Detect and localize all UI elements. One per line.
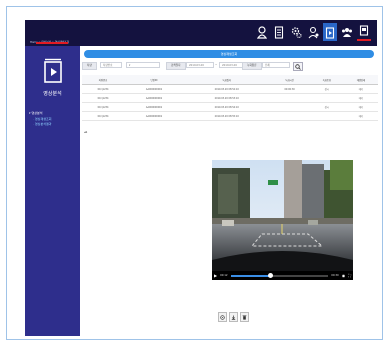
table-cell: 00가1234 <box>82 111 125 121</box>
table-cell: 00가1234 <box>82 93 125 103</box>
table-cell: 대기 <box>343 84 378 94</box>
search-icon <box>295 63 301 70</box>
current-time: 00:12 <box>220 274 228 277</box>
video-player[interactable]: ▶ 00:12 00:30 ◉ ⛶ <box>212 160 353 280</box>
vehicle-input[interactable]: 차량번호 <box>100 62 122 68</box>
table-cell: AA000000001 <box>124 111 184 121</box>
sidebar-item-label: 영상재생조회 <box>34 116 52 121</box>
record-type-select[interactable]: 전체 <box>262 62 290 68</box>
table-cell: 00가1234 <box>82 84 125 94</box>
download-button[interactable] <box>229 312 238 322</box>
main-content: 영상재생조회 차량 차량번호 ▾ 검색일자 2019.03.20 ~ 2019.… <box>82 48 378 338</box>
page-number[interactable]: 1 <box>86 130 88 134</box>
duration: 00:30 <box>331 274 339 277</box>
record-type-label: 녹화종류 <box>242 62 262 70</box>
search-button[interactable] <box>293 62 303 71</box>
fullscreen-icon[interactable]: ⛶ <box>348 273 351 278</box>
logout-icon[interactable] <box>357 23 371 41</box>
table-cell <box>269 111 310 121</box>
settings-gears-icon[interactable] <box>289 23 303 41</box>
play-button[interactable]: ▶ <box>214 273 217 278</box>
volume-icon[interactable]: ◉ <box>342 273 346 278</box>
recording-table: 차량번호 단말ID 녹화일자 녹화시간 녹화종류 재생상태 00가1234 AA… <box>82 75 378 121</box>
user-pin-icon[interactable] <box>255 23 269 41</box>
table-cell: 2019.03.20 08:52:10 <box>183 84 270 94</box>
document-list-icon[interactable] <box>272 23 286 41</box>
table-header-row: 차량번호 단말ID 녹화일자 녹화시간 녹화종류 재생상태 <box>82 75 378 85</box>
video-analysis-icon <box>43 58 63 88</box>
vehicle-select[interactable]: ▾ <box>126 62 160 68</box>
vehicle-label: 차량 <box>82 62 97 70</box>
table-cell: 상시 <box>309 102 344 112</box>
table-cell: 2019.03.20 08:54:10 <box>183 102 270 112</box>
table-cell: 2019.03.20 08:53:10 <box>183 93 270 103</box>
date-separator: ~ <box>215 63 218 66</box>
column-header[interactable]: 차량번호 <box>82 75 125 85</box>
table-row[interactable]: 00가1234 AA000000001 2019.03.20 08:52:10 … <box>82 84 378 94</box>
trash-icon <box>242 315 247 320</box>
seek-bar[interactable] <box>230 272 329 278</box>
table-cell: AA000000001 <box>124 84 184 94</box>
video-actions <box>218 312 249 322</box>
table-row[interactable]: 00가1234 AA000000001 2019.03.20 08:54:10 … <box>82 102 378 112</box>
video-analysis-icon[interactable] <box>323 23 337 41</box>
table-cell <box>269 93 310 103</box>
gear-icon <box>220 314 225 320</box>
sidebar-item-label: 영상분석 <box>31 111 43 115</box>
download-icon <box>231 315 236 320</box>
table-row[interactable]: 00가1234 AA000000001 2019.03.20 08:53:10 … <box>82 93 378 103</box>
column-header[interactable]: 재생상태 <box>343 75 378 85</box>
date-from-input[interactable]: 2019.03.20 <box>186 62 214 68</box>
sidebar-item-label: 영상분석결과 <box>34 122 52 126</box>
settings-button[interactable] <box>218 312 227 322</box>
table-cell: 00:00:30 <box>269 84 310 94</box>
user-settings-icon[interactable] <box>306 23 320 41</box>
table-cell: 대기 <box>343 102 378 112</box>
date-label: 검색일자 <box>166 62 186 70</box>
seek-handle[interactable] <box>267 272 273 278</box>
table-cell: 대기 <box>343 93 378 103</box>
column-header[interactable]: 녹화시간 <box>269 75 310 85</box>
sidebar: 영상분석 ▾ 영상분석 · 영상재생조회 · 영상분석결과 <box>25 46 80 336</box>
seek-progress <box>230 274 270 277</box>
sidebar-title: 영상분석 <box>43 91 62 97</box>
table-cell: 대기 <box>343 111 378 121</box>
column-header[interactable]: 녹화일자 <box>183 75 270 85</box>
table-cell: AA000000001 <box>124 93 184 103</box>
column-header[interactable]: 녹화종류 <box>309 75 344 85</box>
chevron-down-icon: ▾ <box>129 64 131 67</box>
pagination: ◂1 <box>84 130 87 134</box>
table-cell <box>309 111 344 121</box>
top-navigation-bar <box>25 20 377 46</box>
table-cell <box>309 93 344 103</box>
table-cell: AA000000001 <box>124 102 184 112</box>
panel-title: 영상재생조회 <box>84 50 374 58</box>
delete-button[interactable] <box>240 312 249 322</box>
brand-accent-line <box>36 42 68 44</box>
top-nav-icons <box>255 23 371 41</box>
table-cell: 2019.03.20 08:55:10 <box>183 111 270 121</box>
sidebar-tree: ▾ 영상분석 · 영상재생조회 · 영상분석결과 <box>29 111 51 128</box>
column-header[interactable]: 단말ID <box>124 75 184 85</box>
table-cell <box>269 102 310 112</box>
table-cell: 00가1234 <box>82 102 125 112</box>
dashcam-frame <box>212 160 353 271</box>
table-cell: 상시 <box>309 84 344 94</box>
users-group-icon[interactable] <box>340 23 354 41</box>
sidebar-item-analysis-result[interactable]: · 영상분석결과 <box>29 122 51 128</box>
video-controls: ▶ 00:12 00:30 ◉ ⛶ <box>212 271 353 280</box>
search-filters: 차량 차량번호 ▾ 검색일자 2019.03.20 ~ 2019.03.20 녹… <box>82 62 378 71</box>
table-row[interactable]: 00가1234 AA000000001 2019.03.20 08:55:10 … <box>82 111 378 121</box>
